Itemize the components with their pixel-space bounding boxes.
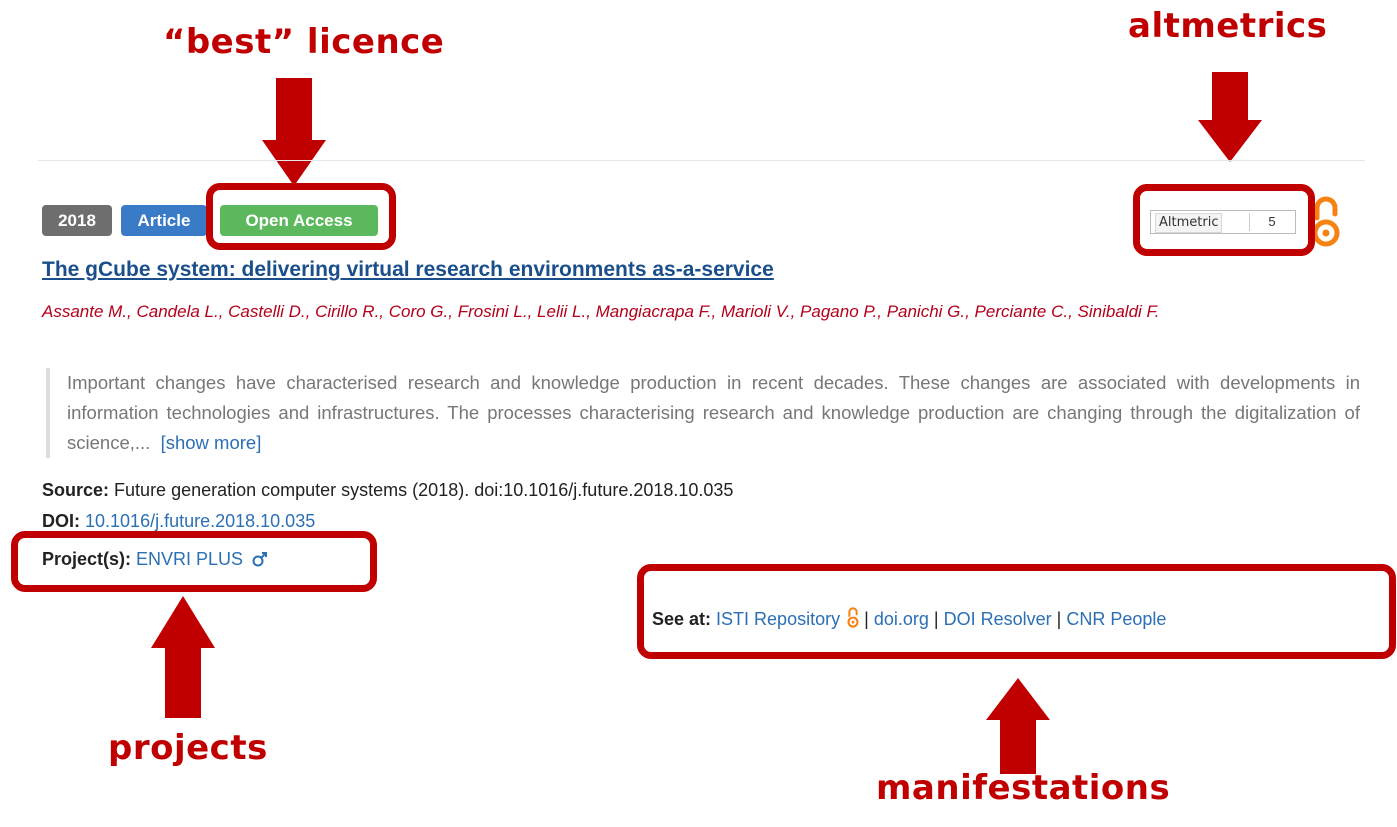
source-line: Source: Future generation computer syste…: [42, 480, 733, 501]
annotation-licence: “best” licence: [163, 22, 445, 62]
source-value: Future generation computer systems (2018…: [114, 480, 734, 500]
doi-link[interactable]: 10.1016/j.future.2018.10.035: [85, 511, 315, 531]
projects-highlight-box: [11, 531, 377, 592]
authors: Assante M., Candela L., Castelli D., Cir…: [42, 302, 1160, 321]
altmetrics-down-arrow: [1198, 72, 1262, 162]
type-badge: Article: [121, 205, 207, 236]
doi-label: DOI:: [42, 511, 80, 531]
projects-up-arrow: [151, 596, 215, 718]
licence-highlight-box: [206, 183, 396, 250]
manifestations-up-arrow: [986, 678, 1050, 774]
manifestations-highlight-box: [637, 564, 1396, 659]
annotation-manifestations: manifestations: [876, 768, 1171, 808]
source-label: Source:: [42, 480, 110, 500]
open-access-icon: [1312, 196, 1340, 247]
show-more-link[interactable]: [show more]: [161, 432, 262, 453]
record-title-link[interactable]: The gCube system: delivering virtual res…: [42, 258, 774, 282]
divider: [38, 160, 1365, 161]
doi-line: DOI: 10.1016/j.future.2018.10.035: [42, 511, 315, 532]
licence-down-arrow: [262, 78, 326, 186]
annotation-projects: projects: [108, 728, 268, 768]
abstract: Important changes have characterised res…: [46, 368, 1360, 458]
altmetrics-highlight-box: [1133, 184, 1315, 256]
annotation-altmetrics: altmetrics: [1128, 6, 1328, 46]
year-badge: 2018: [42, 205, 112, 236]
